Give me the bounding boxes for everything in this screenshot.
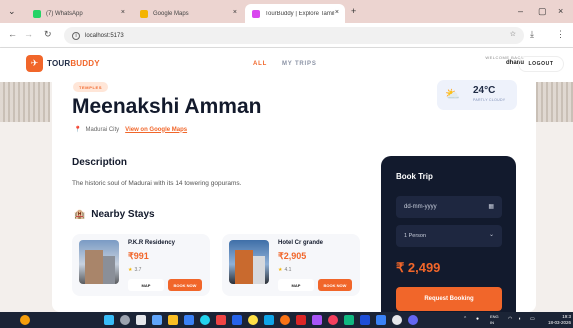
close-icon[interactable]: × (233, 9, 237, 16)
wifi-icon[interactable]: ◠ (508, 316, 512, 322)
book-trip-panel: Book Trip dd-mm-yyyy ▦ 1 Person ⌄ ₹ 2,49… (381, 156, 516, 312)
back-icon[interactable]: ← (8, 29, 17, 39)
volume-icon[interactable]: ◖ (518, 316, 521, 322)
task-view-icon[interactable] (136, 315, 146, 325)
star-icon: ★ (128, 267, 133, 273)
app-icon[interactable] (408, 315, 418, 325)
bookmark-star-icon[interactable]: ☆ (510, 30, 516, 38)
nav-my-trips[interactable]: MY TRIPS (282, 61, 317, 67)
tray-chevron-icon[interactable]: ⌃ (463, 316, 467, 322)
store-icon[interactable] (184, 315, 194, 325)
app-icon[interactable] (328, 315, 338, 325)
city-label: Madurai City (85, 126, 120, 133)
app-icon[interactable] (392, 315, 402, 325)
app-icon[interactable] (216, 315, 226, 325)
calendar-icon[interactable]: ▦ (488, 203, 494, 210)
clock[interactable]: 19:3 18-03-2026 (543, 314, 571, 326)
stay-card: P.K.R Residency ₹991 ★ 3.7 MAP BOOK NOW (72, 234, 210, 296)
map-pin-icon: 📍 (74, 127, 82, 133)
logo[interactable]: TOURBUDDY (47, 59, 100, 68)
close-icon[interactable]: × (121, 9, 125, 16)
edge-icon[interactable] (152, 315, 162, 325)
app-icon[interactable] (264, 315, 274, 325)
stay-price: ₹2,905 (278, 251, 307, 261)
settings-icon[interactable] (232, 315, 242, 325)
tab-tourbuddy[interactable]: TourBuddy | Explore Tamil Nadu × (245, 4, 345, 23)
nav-all[interactable]: ALL (253, 61, 267, 67)
app-icon[interactable] (360, 315, 370, 325)
browser-tab-bar: ⌄ (7) WhatsApp × Google Maps × TourBuddy… (0, 0, 573, 23)
stay-book-now-button[interactable]: BOOK NOW (168, 279, 202, 291)
tourbuddy-tab-icon (252, 9, 260, 18)
menu-icon[interactable]: ⋮ (556, 29, 565, 40)
page-title: Meenakshi Amman (72, 95, 262, 118)
hotel-image (79, 240, 119, 284)
stay-book-now-button[interactable]: BOOK NOW (318, 279, 352, 291)
nearby-stays-heading: 🏨 Nearby Stays (74, 209, 155, 220)
windows-taskbar: ⌃ ● ENG IN ◠ ◖ ▭ 19:3 18-03-2026 (0, 312, 573, 328)
app-icon[interactable] (312, 315, 322, 325)
minimize-icon[interactable]: – (518, 6, 523, 16)
close-icon[interactable]: × (335, 9, 339, 16)
close-window-icon[interactable]: × (558, 6, 563, 16)
file-explorer-icon[interactable] (168, 315, 178, 325)
stay-name: P.K.R Residency (128, 240, 175, 246)
stay-card: Hotel Cr grande ₹2,905 ★ 4.1 MAP BOOK NOW (222, 234, 360, 296)
app-icon[interactable] (296, 315, 306, 325)
app-icon[interactable] (200, 315, 210, 325)
request-booking-button[interactable]: Request Booking (396, 287, 502, 311)
hotel-image (229, 240, 269, 284)
location-row: 📍 Madurai City View on Google Maps (74, 126, 187, 134)
maps-icon (140, 9, 148, 18)
hero-image-left (0, 82, 50, 122)
persons-select[interactable]: 1 Person ⌄ (396, 225, 502, 247)
whatsapp-icon (33, 9, 41, 18)
maximize-icon[interactable]: ▢ (538, 6, 547, 17)
start-icon[interactable] (104, 315, 114, 325)
stay-map-button[interactable]: MAP (128, 279, 164, 291)
address-bar[interactable]: i localhost:5173 ☆ (64, 27, 524, 44)
welcome-block: WELCOME BACK dhanu (485, 55, 524, 66)
vscode-icon[interactable] (344, 315, 354, 325)
building-icon: 🏨 (74, 209, 86, 219)
description-text: The historic soul of Madurai with its 14… (72, 180, 242, 187)
new-tab-button[interactable]: + (351, 6, 356, 16)
tab-google-maps[interactable]: Google Maps × (133, 4, 243, 23)
site-info-icon[interactable]: i (72, 31, 80, 40)
stay-map-button[interactable]: MAP (278, 279, 314, 291)
weather-widget: ⛅ 24°C PARTLY CLOUDY (437, 80, 517, 110)
stay-rating: ★ 4.1 (278, 267, 292, 273)
google-maps-link[interactable]: View on Google Maps (125, 127, 187, 133)
weather-taskbar-icon[interactable] (20, 315, 30, 325)
forward-icon[interactable]: → (24, 29, 33, 39)
partly-cloudy-icon: ⛅ (445, 87, 460, 101)
app-icon[interactable] (280, 315, 290, 325)
browser-nav-bar: ← → ↻ i localhost:5173 ☆ ⤓ ⋮ (0, 23, 573, 48)
weather-temperature: 24°C (473, 85, 496, 96)
tab-whatsapp[interactable]: (7) WhatsApp × (26, 4, 131, 23)
search-icon[interactable] (120, 315, 130, 325)
chrome-icon[interactable] (248, 315, 258, 325)
logo-icon[interactable]: ✈ (26, 55, 43, 72)
battery-icon[interactable]: ▭ (530, 316, 535, 322)
tab-menu-icon[interactable]: ⌄ (8, 6, 16, 17)
date-input[interactable]: dd-mm-yyyy ▦ (396, 196, 502, 218)
logout-button[interactable]: LOGOUT (518, 56, 564, 72)
download-icon[interactable]: ⤓ (530, 29, 534, 40)
stay-rating: ★ 3.7 (128, 267, 142, 273)
language-indicator[interactable]: ENG IN (490, 314, 499, 326)
category-badge: TEMPLES (73, 82, 109, 92)
chevron-down-icon: ⌄ (488, 232, 494, 238)
total-price: ₹ 2,499 (396, 260, 441, 275)
reload-icon[interactable]: ↻ (44, 29, 52, 40)
weather-condition: PARTLY CLOUDY (473, 98, 506, 102)
stay-name: Hotel Cr grande (278, 240, 324, 246)
stay-price: ₹991 (128, 251, 149, 261)
app-icon[interactable] (376, 315, 386, 325)
tray-app-icon[interactable]: ● (476, 316, 479, 322)
description-heading: Description (72, 157, 128, 168)
star-icon: ★ (278, 267, 283, 273)
book-trip-title: Book Trip (396, 172, 433, 181)
app-header: ✈ TOURBUDDY ALL MY TRIPS WELCOME BACK dh… (0, 48, 573, 82)
